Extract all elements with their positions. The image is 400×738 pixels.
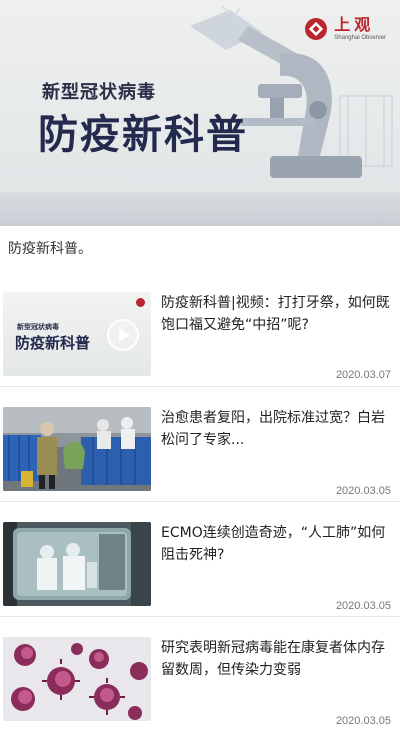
banner-title: 防疫新科普 [38,112,248,158]
ecmo-medical-photo [3,522,151,606]
logo-mark-icon [305,18,328,40]
banner-image: 上观 Shanghai Observer 新型冠状病毒 防疫新科普 [0,0,400,226]
virus-illustration [3,637,151,721]
article-thumbnail [3,637,151,721]
hospital-discharge-photo [3,407,151,491]
logo-mark-icon [136,298,145,307]
article-item[interactable]: ECMO连续创造奇迹，“人工肺”如何阻击死神? 2020.03.05 [0,501,400,616]
article-list: 新型冠状病毒 防疫新科普 防疫新科普|视频：打打牙祭，如何既饱口福又避免“中招”… [0,272,400,731]
article-item[interactable]: 新型冠状病毒 防疫新科普 防疫新科普|视频：打打牙祭，如何既饱口福又避免“中招”… [0,272,400,386]
shanghai-observer-logo: 上观 Shanghai Observer [304,16,386,42]
article-thumbnail [3,522,151,606]
article-title[interactable]: ECMO连续创造奇迹，“人工肺”如何阻击死神? [161,522,393,566]
page: 上观 Shanghai Observer 新型冠状病毒 防疫新科普 防疫新科普。… [0,0,400,738]
article-thumbnail [3,407,151,491]
logo-text-en: Shanghai Observer [334,35,386,41]
article-date: 2020.03.07 [335,369,391,381]
thumbnail-subtitle: 新型冠状病毒 [17,323,59,331]
article-date: 2020.03.05 [335,600,391,612]
play-icon[interactable] [107,319,139,351]
page-intro: 防疫新科普。 [8,241,92,257]
article-item[interactable]: 治愈患者复阳，出院标准过宽？白岩松问了专家... 2020.03.05 [0,386,400,501]
article-item[interactable]: 研究表明新冠病毒能在康复者体内存留数周，但传染力变弱 2020.03.05 [0,616,400,731]
banner-subtitle: 新型冠状病毒 [42,82,156,103]
article-date: 2020.03.05 [335,485,391,497]
article-title[interactable]: 防疫新科普|视频：打打牙祭，如何既饱口福又避免“中招”呢? [161,292,393,336]
article-date: 2020.03.05 [335,715,391,727]
logo-text-cn: 上观 [334,15,375,34]
article-thumbnail: 新型冠状病毒 防疫新科普 [3,292,151,376]
thumbnail-title: 防疫新科普 [15,334,91,352]
article-title[interactable]: 研究表明新冠病毒能在康复者体内存留数周，但传染力变弱 [161,637,393,681]
article-title[interactable]: 治愈患者复阳，出院标准过宽？白岩松问了专家... [161,407,393,451]
